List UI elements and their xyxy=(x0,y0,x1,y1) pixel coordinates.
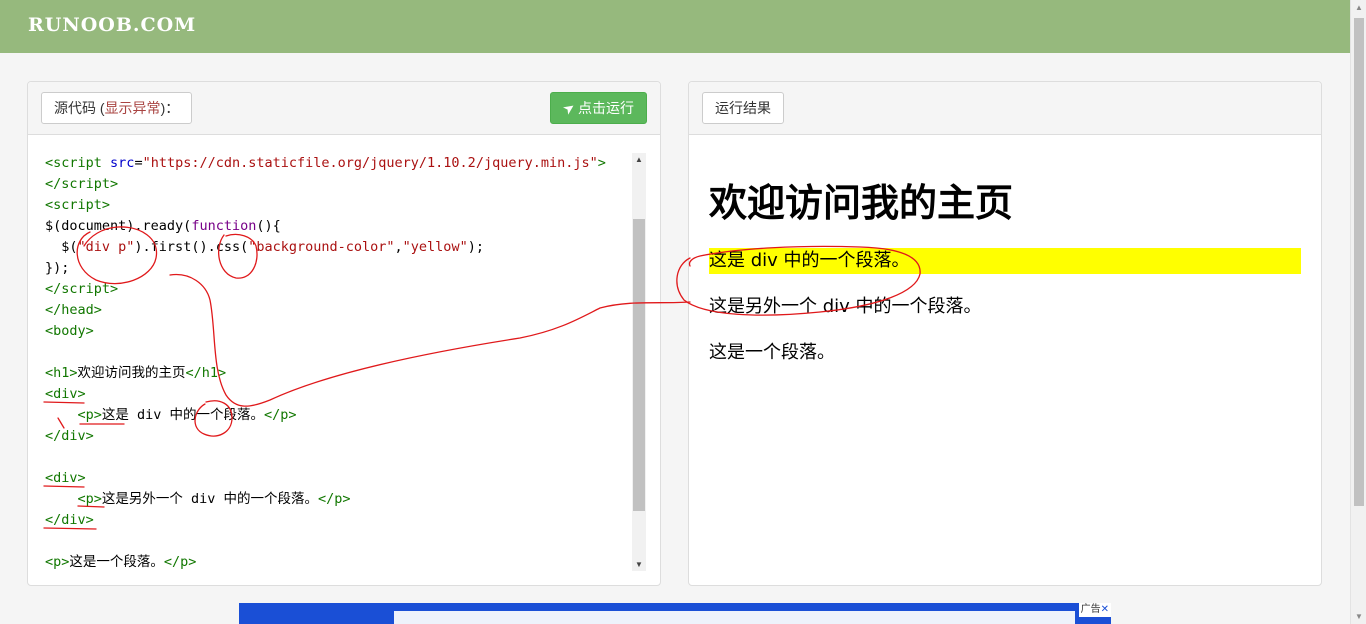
source-panel-header: 源代码 (显示异常)： ➤点击运行 xyxy=(28,82,660,135)
page-scrollbar[interactable]: ▲ ▼ xyxy=(1350,0,1366,624)
source-label-end: )： xyxy=(160,100,180,116)
ad-label: 广告 xyxy=(1080,604,1101,615)
run-label: 点击运行 xyxy=(578,100,634,116)
code-text[interactable]: <script src="https://cdn.staticfile.org/… xyxy=(45,153,606,573)
result-paragraph-1: 这是 div 中的一个段落。 xyxy=(709,248,1301,274)
run-button[interactable]: ➤点击运行 xyxy=(550,92,647,124)
result-heading: 欢迎访问我的主页 xyxy=(709,181,1014,225)
editor-scroll-up-icon[interactable]: ▲ xyxy=(635,155,643,164)
source-label: 源代码 ( xyxy=(54,100,105,116)
scroll-up-icon[interactable]: ▲ xyxy=(1355,3,1363,12)
code-editor[interactable]: <script src="https://cdn.staticfile.org/… xyxy=(28,148,660,573)
site-logo[interactable]: RUNOOB.COM xyxy=(28,14,196,36)
ad-banner[interactable]: 广告✕ xyxy=(239,603,1111,624)
result-panel: 运行结果 欢迎访问我的主页 这是 div 中的一个段落。 这是另外一个 div … xyxy=(688,81,1322,586)
scroll-down-icon[interactable]: ▼ xyxy=(1355,612,1363,621)
result-paragraph-3: 这是一个段落。 xyxy=(709,342,835,363)
editor-scrollbar[interactable]: ▲ ▼ xyxy=(632,153,646,571)
editor-scroll-thumb[interactable] xyxy=(633,219,645,511)
result-tab[interactable]: 运行结果 xyxy=(702,92,784,124)
source-code-tab[interactable]: 源代码 (显示异常)： xyxy=(41,92,193,124)
ad-badge[interactable]: 广告✕ xyxy=(1078,603,1111,617)
ad-content[interactable] xyxy=(394,611,1075,624)
result-paragraph-2: 这是另外一个 div 中的一个段落。 xyxy=(709,296,982,317)
top-banner: RUNOOB.COM xyxy=(0,0,1350,53)
editor-scroll-down-icon[interactable]: ▼ xyxy=(635,560,643,569)
page-scroll-thumb[interactable] xyxy=(1354,18,1364,506)
source-code-panel: 源代码 (显示异常)： ➤点击运行 <script src="https://c… xyxy=(27,81,661,586)
result-panel-header: 运行结果 xyxy=(689,82,1321,135)
show-error-link[interactable]: 显示异常 xyxy=(105,100,161,116)
ad-close-icon[interactable]: ✕ xyxy=(1101,604,1109,615)
result-output: 欢迎访问我的主页 这是 div 中的一个段落。 这是另外一个 div 中的一个段… xyxy=(709,180,1301,386)
